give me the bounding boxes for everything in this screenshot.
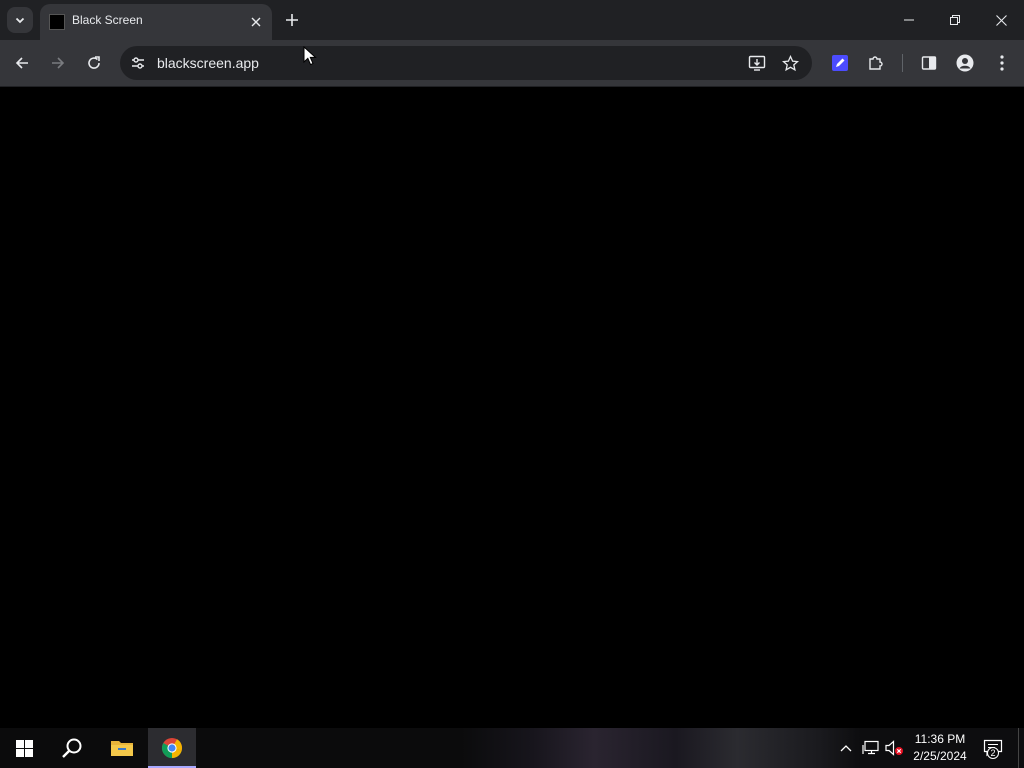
reload-icon <box>88 56 100 69</box>
pencil-extension-icon <box>832 55 848 71</box>
toolbar-divider <box>902 54 903 72</box>
close-icon <box>251 17 261 27</box>
minimize-icon <box>904 19 914 21</box>
new-tab-button[interactable] <box>281 9 303 31</box>
profile-button[interactable] <box>951 49 979 77</box>
side-panel-button[interactable] <box>915 49 943 77</box>
notification-count-badge: 2 <box>987 747 999 759</box>
extensions-menu-button[interactable] <box>862 49 890 77</box>
network-icon <box>862 740 879 755</box>
volume-button[interactable] <box>885 738 905 758</box>
forward-button[interactable] <box>44 49 72 77</box>
search-button[interactable] <box>48 728 96 768</box>
start-button[interactable] <box>0 728 48 768</box>
restore-button[interactable] <box>932 0 978 40</box>
chrome-menu-button[interactable] <box>988 49 1016 77</box>
restore-icon <box>950 15 960 25</box>
url-text: blackscreen.app <box>157 55 259 71</box>
account-icon <box>956 54 974 72</box>
mouse-cursor-icon <box>303 46 317 66</box>
page-content-black-screen[interactable] <box>0 87 1024 728</box>
back-button[interactable] <box>8 49 36 77</box>
volume-muted-icon <box>885 740 903 756</box>
windows-taskbar: 11:36 PM 2/25/2024 2 <box>0 728 1024 768</box>
tab-close-button[interactable] <box>246 12 266 32</box>
plus-icon <box>286 14 298 26</box>
windows-logo-icon <box>15 739 33 757</box>
minimize-button[interactable] <box>886 0 932 40</box>
taskbar-clock[interactable]: 11:36 PM 2/25/2024 <box>904 731 976 765</box>
clock-date: 2/25/2024 <box>913 749 967 763</box>
install-icon <box>748 55 766 71</box>
black-square-icon <box>49 14 65 30</box>
side-panel-icon <box>921 56 937 70</box>
close-window-button[interactable] <box>978 0 1024 40</box>
show-hidden-icons-button[interactable] <box>836 738 856 758</box>
puzzle-icon <box>869 56 883 70</box>
tab-search-button[interactable] <box>7 7 33 33</box>
chrome-icon <box>161 738 183 759</box>
more-vert-icon <box>1000 55 1004 71</box>
folder-icon <box>111 741 133 756</box>
tab-title: Black Screen <box>72 13 143 27</box>
active-tab[interactable]: Black Screen <box>40 4 272 40</box>
chevron-down-icon <box>15 17 25 24</box>
site-info-button[interactable] <box>128 53 148 73</box>
clock-time: 11:36 PM <box>914 732 966 746</box>
network-button[interactable] <box>861 738 881 758</box>
arrow-right-icon <box>52 57 65 69</box>
chevron-up-icon <box>840 745 852 752</box>
reload-button[interactable] <box>80 49 108 77</box>
star-icon <box>781 54 799 71</box>
bookmark-button[interactable] <box>780 53 800 73</box>
close-icon <box>995 14 1007 26</box>
search-icon <box>62 738 82 758</box>
tune-icon <box>132 57 144 69</box>
chrome-taskbar-button[interactable] <box>148 728 196 768</box>
tab-strip: Black Screen <box>0 0 1024 40</box>
arrow-left-icon <box>15 57 28 69</box>
install-app-button[interactable] <box>747 53 767 73</box>
show-desktop-button[interactable] <box>1018 728 1019 768</box>
file-explorer-button[interactable] <box>98 728 146 768</box>
address-bar[interactable]: blackscreen.app <box>120 46 812 80</box>
extension-button[interactable] <box>826 49 854 77</box>
browser-toolbar: blackscreen.app <box>0 40 1024 87</box>
